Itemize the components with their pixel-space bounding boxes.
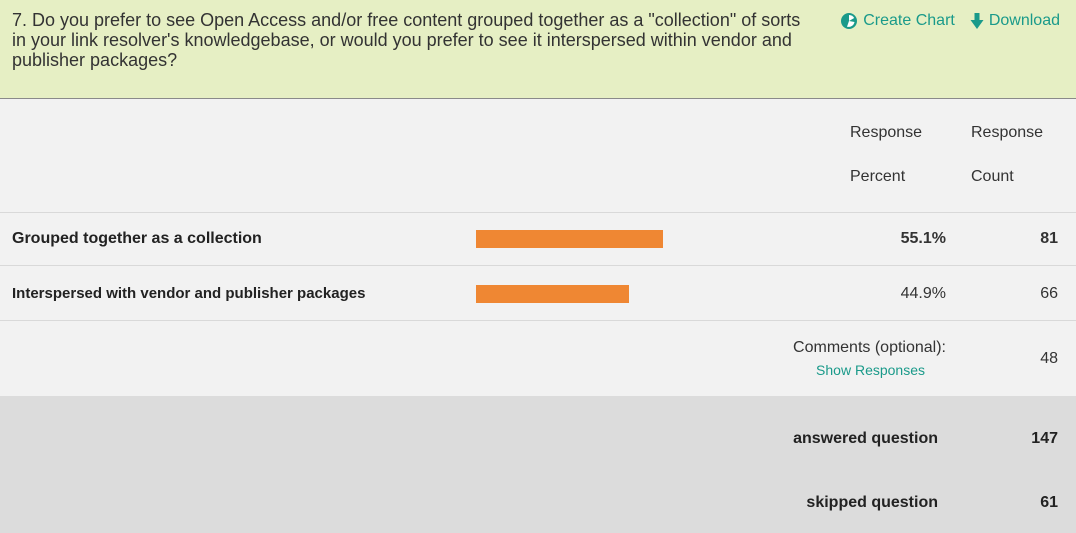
response-count: 66	[1040, 285, 1058, 302]
create-chart-label: Create Chart	[863, 12, 955, 29]
download-arrow-icon	[970, 13, 984, 29]
column-headers: Response Percent Response Count	[0, 99, 1076, 213]
response-count: 81	[1040, 230, 1058, 247]
question-text: 7. Do you prefer to see Open Access and/…	[12, 10, 801, 70]
totals-section: answered question 147 skipped question 6…	[0, 396, 1076, 533]
download-button[interactable]: Download	[970, 12, 1060, 30]
response-percent-header-line1: Response	[850, 124, 923, 141]
download-label: Download	[988, 12, 1060, 29]
response-percent: 44.9%	[900, 285, 946, 302]
answered-question-label: answered question	[793, 430, 938, 447]
skipped-question-label: skipped question	[806, 494, 938, 511]
answer-row: Grouped together as a collection 55.1% 8…	[0, 213, 1076, 266]
question-header: 7. Do you prefer to see Open Access and/…	[0, 0, 1076, 99]
answered-question-count: 147	[1031, 430, 1058, 447]
response-percent-header-line2: Percent	[850, 168, 906, 185]
create-chart-button[interactable]: Create Chart	[840, 12, 955, 30]
comments-row: Comments (optional): Show Responses 48	[0, 321, 1076, 396]
pie-chart-icon	[841, 13, 858, 29]
skipped-question-count: 61	[1040, 494, 1058, 511]
answer-row: Interspersed with vendor and publisher p…	[0, 266, 1076, 321]
comments-label: Comments (optional):	[793, 339, 946, 356]
response-bar	[476, 230, 663, 248]
response-count-header-line2: Count	[971, 168, 1014, 185]
response-count-header-line1: Response	[971, 124, 1044, 141]
answer-label: Interspersed with vendor and publisher p…	[12, 285, 366, 302]
response-bar	[476, 285, 629, 303]
comments-count: 48	[1040, 350, 1058, 367]
response-percent: 55.1%	[900, 230, 946, 247]
answer-label: Grouped together as a collection	[12, 230, 262, 247]
question-actions: Create Chart Download	[840, 12, 1060, 30]
show-responses-link[interactable]: Show Responses	[816, 362, 925, 378]
